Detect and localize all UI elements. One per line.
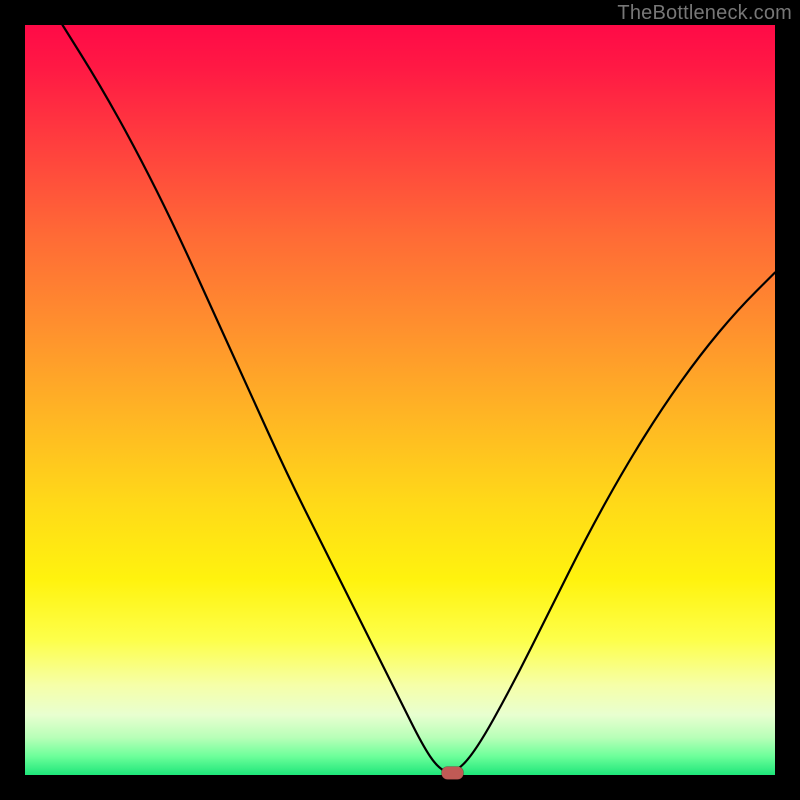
optimum-marker [442, 767, 464, 780]
bottleneck-curve [63, 25, 776, 772]
chart-frame: TheBottleneck.com [0, 0, 800, 800]
chart-svg [25, 25, 775, 775]
plot-area [25, 25, 775, 775]
watermark-label: TheBottleneck.com [617, 2, 792, 25]
